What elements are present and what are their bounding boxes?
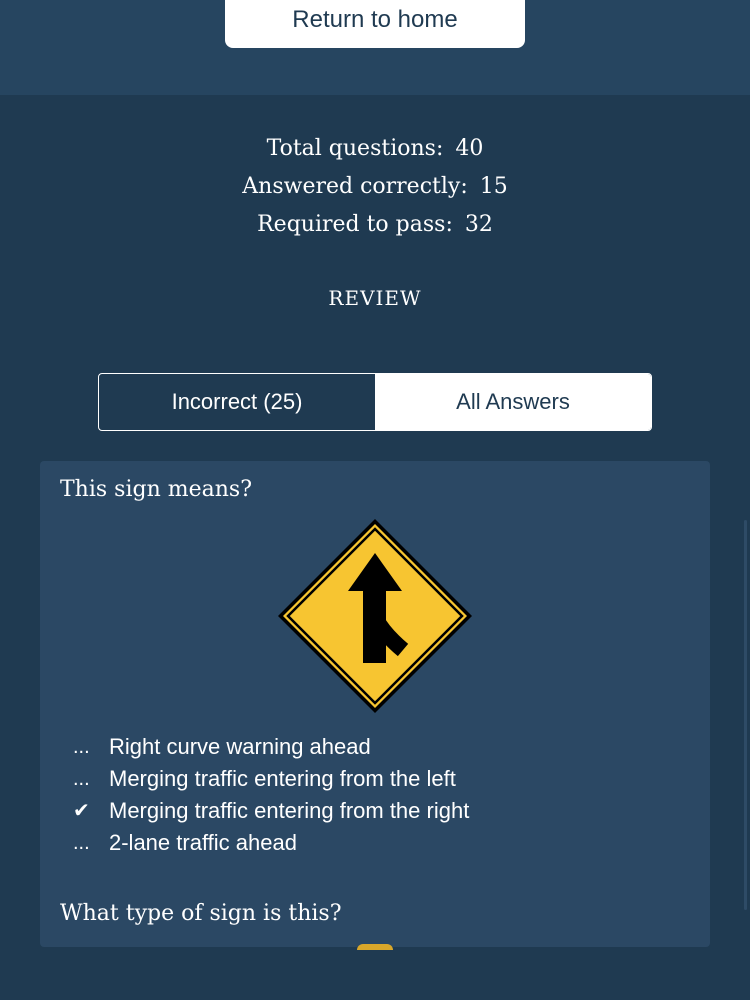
review-filter-tabs: Incorrect (25) All Answers <box>98 373 652 431</box>
answer-text: Merging traffic entering from the left <box>109 766 456 791</box>
required-to-pass-label: Required to pass: <box>257 212 453 237</box>
required-to-pass-row: Required to pass: 32 <box>0 206 750 244</box>
total-questions-label: Total questions: <box>266 136 444 161</box>
question-list[interactable]: This sign means? ... Right curve warning… <box>40 461 710 947</box>
return-to-home-button[interactable]: Return to home <box>225 0 525 48</box>
answer-text: Merging traffic entering from the right <box>109 798 470 823</box>
tab-all-answers[interactable]: All Answers <box>375 374 651 430</box>
answer-item: ... Merging traffic entering from the le… <box>73 763 469 795</box>
total-questions-row: Total questions: 40 <box>0 130 750 168</box>
merging-traffic-right-sign-icon <box>278 519 472 713</box>
question-prompt: What type of sign is this? <box>60 901 342 926</box>
answer-list: ... Right curve warning ahead ... Mergin… <box>73 731 469 859</box>
next-sign-icon <box>357 944 393 950</box>
tab-incorrect[interactable]: Incorrect (25) <box>99 374 375 430</box>
answer-item: ... 2-lane traffic ahead <box>73 827 469 859</box>
answer-marker: ... <box>73 832 90 854</box>
question-prompt: This sign means? <box>60 477 252 502</box>
required-to-pass-value: 32 <box>464 212 493 237</box>
review-heading: REVIEW <box>328 286 422 310</box>
answered-correctly-value: 15 <box>479 174 508 199</box>
checkmark-icon: ✔ <box>73 800 90 822</box>
answered-correctly-label: Answered correctly: <box>242 174 468 199</box>
total-questions-value: 40 <box>455 136 484 161</box>
answer-marker: ... <box>73 736 90 758</box>
answer-item: ... Right curve warning ahead <box>73 731 469 763</box>
answer-text: Right curve warning ahead <box>109 734 371 759</box>
score-summary: Total questions: 40 Answered correctly: 15… <box>0 130 750 244</box>
answer-item-correct: ✔ Merging traffic entering from the righ… <box>73 795 469 827</box>
scrollbar[interactable] <box>744 520 747 910</box>
answer-text: 2-lane traffic ahead <box>109 830 297 855</box>
answer-marker: ... <box>73 768 90 790</box>
answered-correctly-row: Answered correctly: 15 <box>0 168 750 206</box>
